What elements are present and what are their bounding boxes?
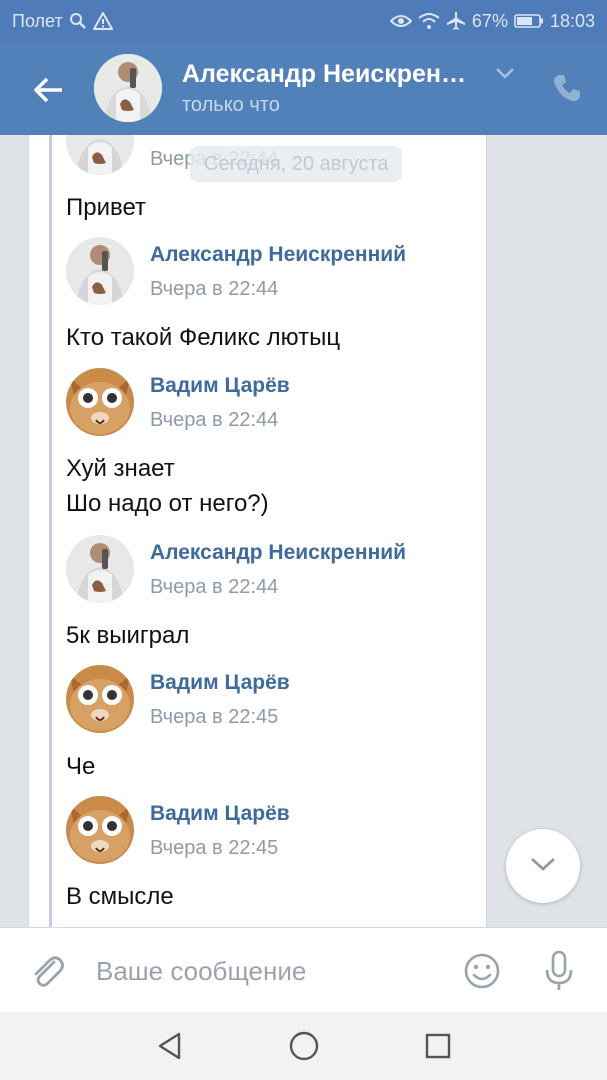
- warning-icon: [92, 12, 113, 30]
- battery-label: 67%: [471, 10, 508, 31]
- message-text: Кто такой Феликс лютыц: [66, 324, 341, 351]
- scroll-to-bottom-button[interactable]: [506, 829, 580, 903]
- message-time: Вчера в 22:45: [150, 837, 279, 859]
- paperclip-icon[interactable]: [28, 952, 66, 990]
- avatar[interactable]: [94, 54, 162, 122]
- nav-recent-apps-icon[interactable]: [424, 1032, 452, 1060]
- battery-icon: [514, 13, 544, 29]
- message-time: Вчера в 22:44: [150, 576, 279, 598]
- search-icon: [69, 12, 87, 30]
- wifi-icon: [418, 12, 440, 30]
- message-header: Александр Неискренний Вчера в 22:44: [66, 535, 466, 603]
- message-time: Вчера в 22:44: [150, 409, 279, 431]
- sender-name[interactable]: Александр Неискренний: [150, 243, 406, 267]
- message-list[interactable]: Вчера в 22:44 Сегодня, 20 августа Привет…: [0, 135, 607, 927]
- message-time: Вчера в 22:44: [150, 278, 279, 300]
- sender-name[interactable]: Вадим Царёв: [150, 802, 290, 826]
- avatar[interactable]: [66, 135, 134, 175]
- airplane-icon: [446, 11, 466, 31]
- message-text: 5к выиграл: [66, 622, 190, 649]
- avatar[interactable]: [66, 665, 134, 733]
- emoji-icon[interactable]: [463, 952, 501, 990]
- sender-name[interactable]: Александр Неискренний: [150, 541, 406, 565]
- clock-time: 18:03: [549, 10, 595, 31]
- message-header: Вадим Царёв Вчера в 22:45: [66, 665, 466, 733]
- message-header: Александр Неискренний Вчера в 22:44: [66, 237, 466, 305]
- carrier-label: Полет: [12, 10, 63, 31]
- avatar[interactable]: [66, 237, 134, 305]
- eye-icon: [389, 13, 412, 29]
- avatar[interactable]: [66, 535, 134, 603]
- chat-header: Александр Неискрен… только что: [0, 42, 607, 135]
- chevron-down-icon[interactable]: [494, 66, 516, 80]
- date-divider: Сегодня, 20 августа: [190, 146, 403, 182]
- message-input[interactable]: [96, 950, 436, 992]
- avatar[interactable]: [66, 796, 134, 864]
- forward-indicator-line: [49, 135, 52, 927]
- message-composer: [0, 927, 607, 1012]
- nav-back-icon[interactable]: [155, 1031, 185, 1061]
- status-bar: Полет 67% 18:03: [0, 0, 607, 42]
- back-arrow-icon[interactable]: [28, 70, 68, 110]
- chat-status: только что: [182, 94, 280, 116]
- message-text: Че: [66, 753, 96, 780]
- message-text: Хуй знает: [66, 455, 175, 482]
- microphone-icon[interactable]: [543, 950, 575, 992]
- sender-name[interactable]: Вадим Царёв: [150, 671, 290, 695]
- nav-home-icon[interactable]: [288, 1030, 320, 1062]
- chat-title[interactable]: Александр Неискрен…: [182, 60, 482, 89]
- message-header: Вадим Царёв Вчера в 22:45: [66, 796, 466, 864]
- message-text: Привет: [66, 194, 147, 221]
- message-text: Шо надо от него?): [66, 490, 269, 517]
- chevron-down-icon: [529, 856, 557, 877]
- phone-icon[interactable]: [551, 72, 583, 104]
- message-text: В смысле: [66, 883, 174, 910]
- message-header: Вадим Царёв Вчера в 22:44: [66, 368, 466, 436]
- message-time: Вчера в 22:45: [150, 706, 279, 728]
- avatar[interactable]: [66, 368, 134, 436]
- sender-name[interactable]: Вадим Царёв: [150, 374, 290, 398]
- system-nav-bar: [0, 1012, 607, 1080]
